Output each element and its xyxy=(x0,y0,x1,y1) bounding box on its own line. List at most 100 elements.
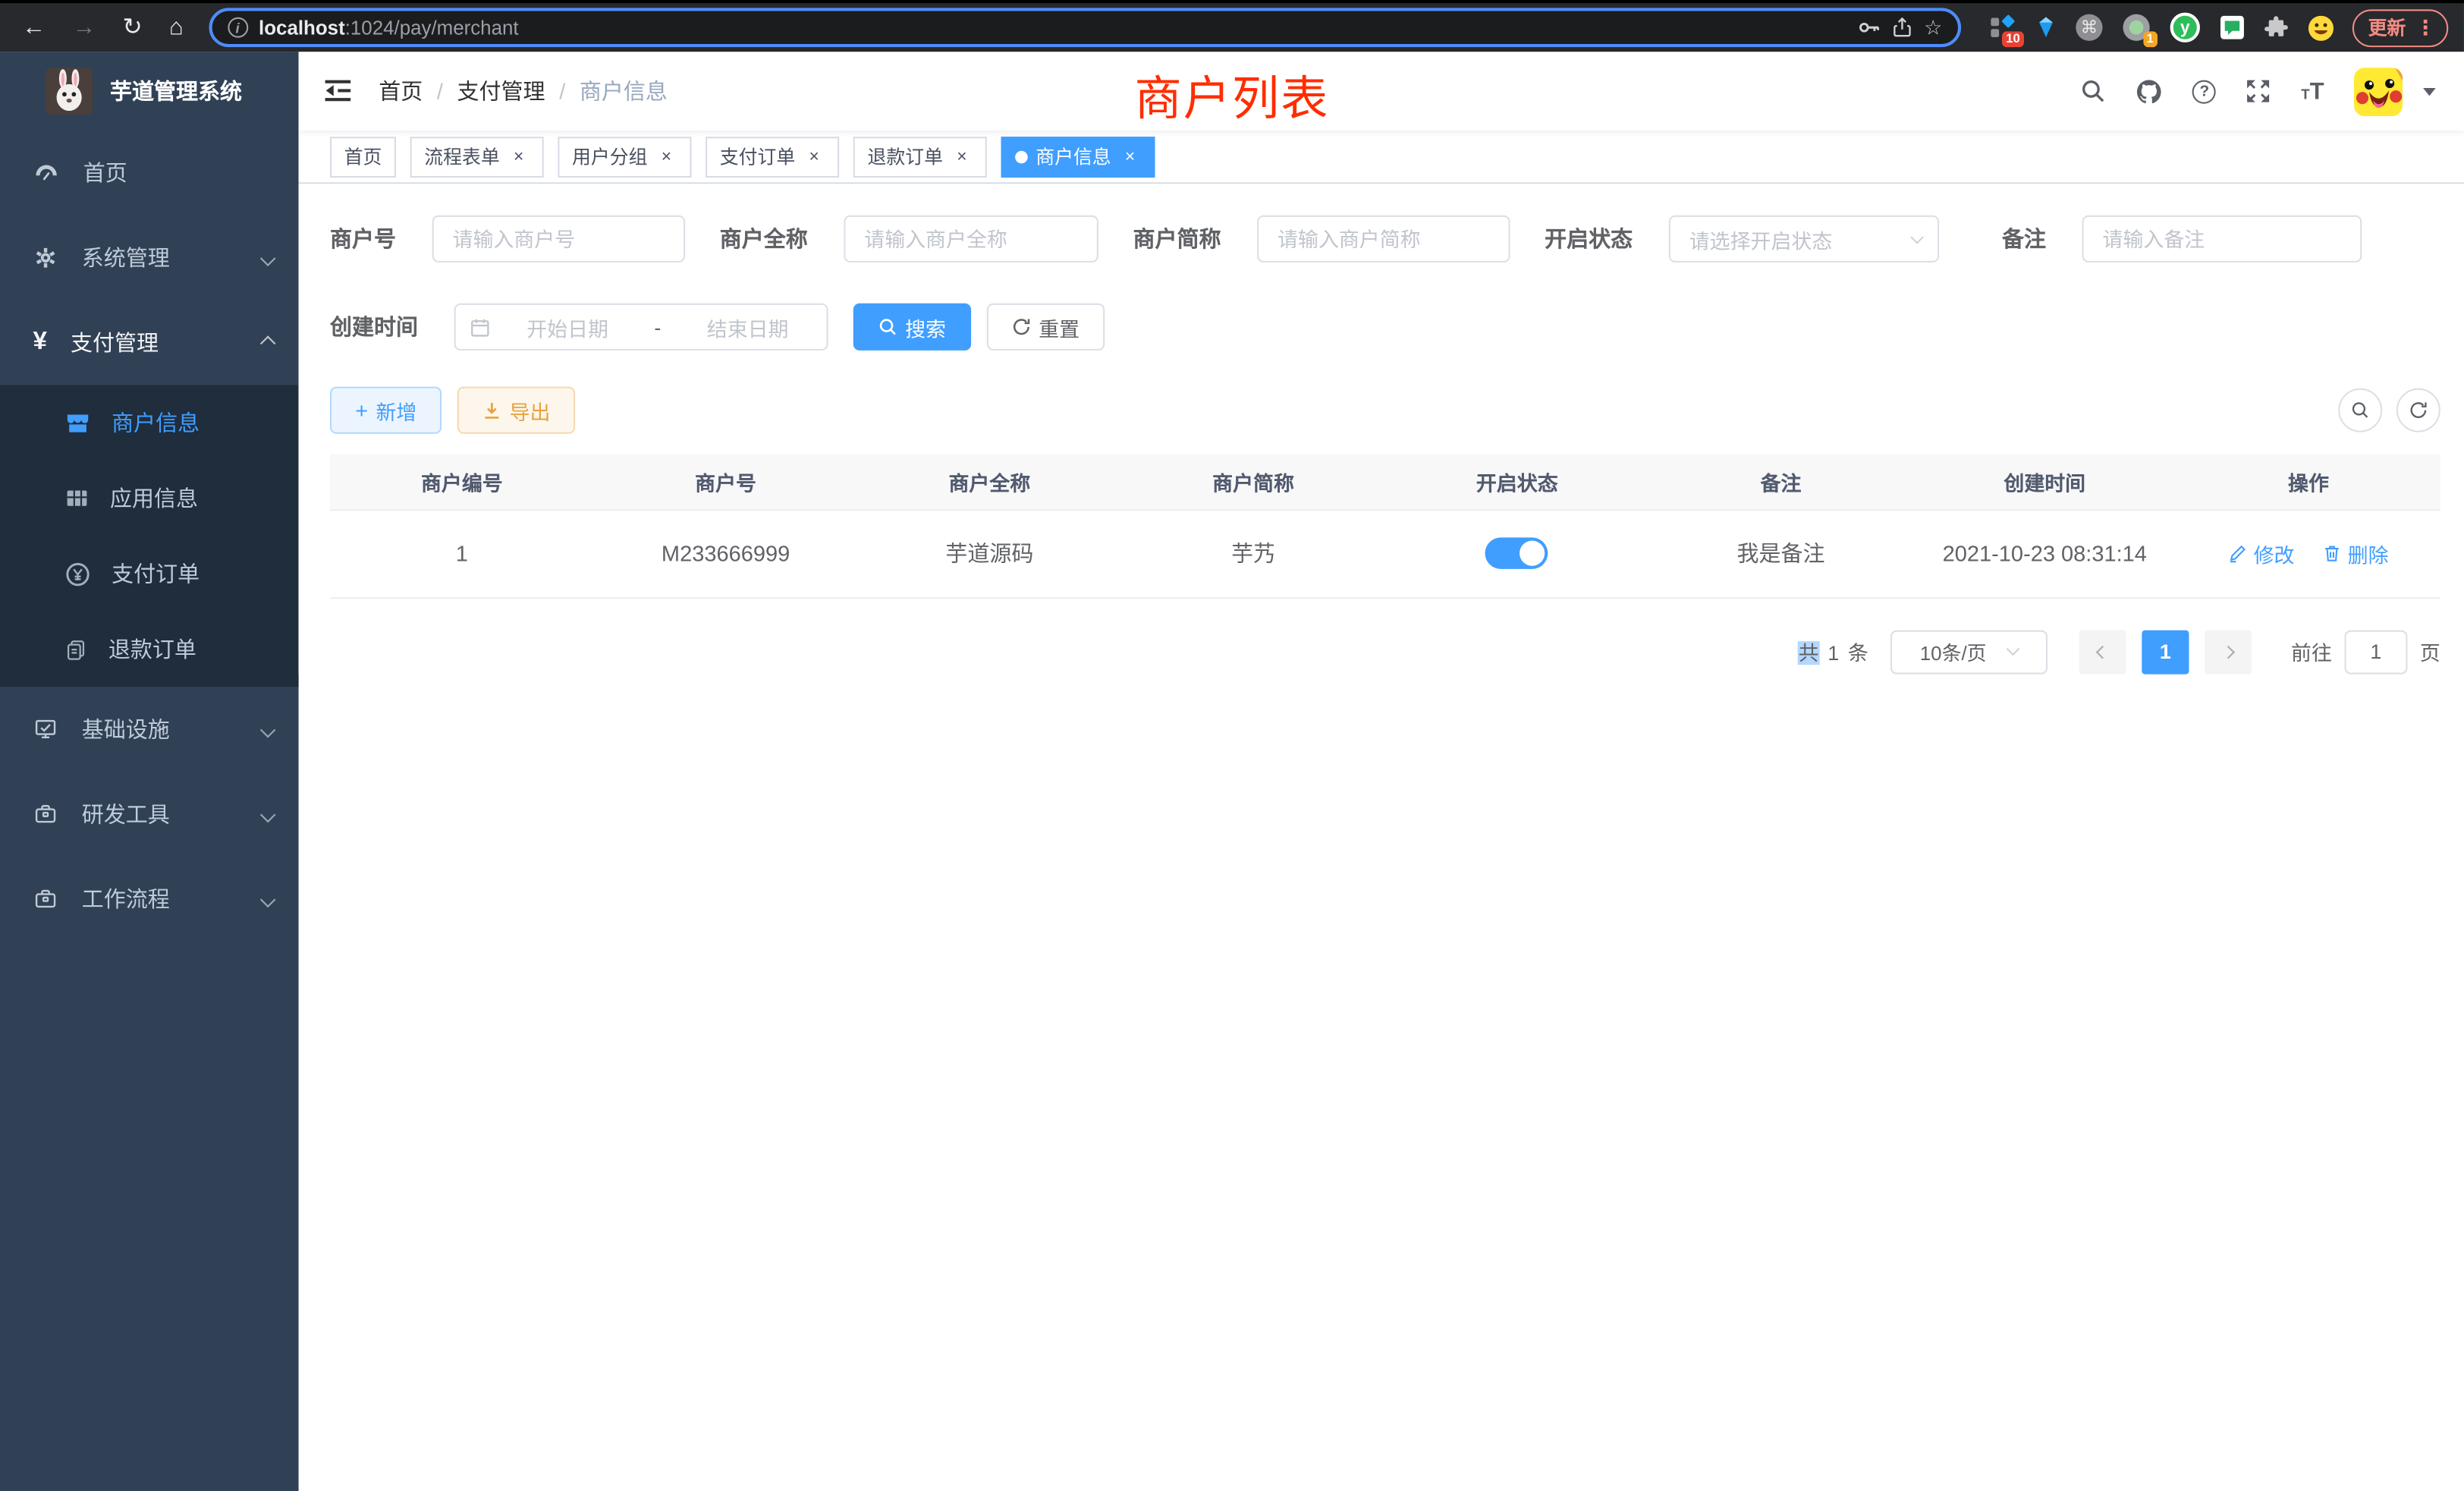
github-icon[interactable] xyxy=(2136,78,2163,105)
sidebar-item-label: 应用信息 xyxy=(110,483,273,514)
extensions-puzzle-icon[interactable] xyxy=(2264,16,2288,39)
close-icon[interactable]: × xyxy=(951,147,973,166)
export-button[interactable]: 导出 xyxy=(457,387,575,434)
page-size-select[interactable]: 10条/页 xyxy=(1890,630,2048,674)
tab-merchant-info[interactable]: 商户信息× xyxy=(1001,136,1155,177)
user-avatar[interactable] xyxy=(2354,67,2403,115)
site-info-icon[interactable]: i xyxy=(228,17,248,38)
sidebar-item-infra[interactable]: 基础设施 xyxy=(0,687,299,772)
address-bar[interactable]: i localhost:1024/pay/merchant ☆ xyxy=(209,8,1961,47)
browser-reload-icon[interactable]: ↻ xyxy=(123,16,143,39)
close-icon[interactable]: × xyxy=(803,147,825,166)
close-icon[interactable]: × xyxy=(508,147,530,166)
browser-update-button[interactable]: 更新 ⋮ xyxy=(2352,8,2448,46)
sidebar-item-app-info[interactable]: 应用信息 xyxy=(0,461,299,536)
chevron-down-icon xyxy=(1910,230,1924,244)
sidebar-item-pay-order[interactable]: 支付订单 xyxy=(0,536,299,611)
sidebar-item-workflow[interactable]: 工作流程 xyxy=(0,857,299,942)
sidebar-fold-icon[interactable] xyxy=(324,79,352,103)
breadcrumb-home[interactable]: 首页 xyxy=(379,75,423,106)
chevron-down-icon xyxy=(260,250,276,266)
extension-status-icon[interactable]: 1 xyxy=(2123,14,2149,41)
share-icon[interactable] xyxy=(1893,17,1913,38)
browser-home-icon[interactable]: ⌂ xyxy=(169,16,184,39)
cell-full-name: 芋道源码 xyxy=(857,509,1121,597)
toggle-search-icon[interactable] xyxy=(2338,388,2382,433)
edit-link[interactable]: 修改 xyxy=(2228,538,2294,568)
extension-badge-1: 1 xyxy=(2142,31,2158,47)
sidebar-item-home[interactable]: 首页 xyxy=(0,131,299,215)
extension-y-icon[interactable]: y xyxy=(2170,13,2200,42)
sidebar-item-label: 首页 xyxy=(83,157,274,188)
chevron-left-icon xyxy=(2096,645,2110,659)
sidebar-item-dev-tools[interactable]: 研发工具 xyxy=(0,772,299,857)
browser-back-icon[interactable]: ← xyxy=(22,16,46,39)
breadcrumb-separator: / xyxy=(559,79,565,104)
tab-process-form[interactable]: 流程表单× xyxy=(410,136,544,177)
status-toggle[interactable] xyxy=(1485,537,1548,568)
bookmark-star-icon[interactable]: ☆ xyxy=(1924,15,1942,40)
tab-user-group[interactable]: 用户分组× xyxy=(558,136,691,177)
sidebar-item-refund-order[interactable]: 退款订单 xyxy=(0,612,299,687)
close-icon[interactable]: × xyxy=(655,147,677,166)
sidebar-item-label: 退款订单 xyxy=(108,634,273,665)
sidebar-item-label: 研发工具 xyxy=(82,798,239,829)
profile-emoji-icon[interactable] xyxy=(2308,15,2334,40)
next-page-button[interactable] xyxy=(2205,630,2252,674)
reset-button[interactable]: 重置 xyxy=(987,304,1105,351)
sidebar-item-label: 工作流程 xyxy=(82,883,239,914)
create-time-range-picker[interactable]: 开始日期 - 结束日期 xyxy=(454,304,828,351)
cell-merchant-no: M233666999 xyxy=(594,509,858,597)
add-button[interactable]: + 新增 xyxy=(330,387,442,434)
short-name-input[interactable] xyxy=(1257,215,1510,263)
refresh-table-icon[interactable] xyxy=(2396,388,2440,433)
col-created: 创建时间 xyxy=(1912,455,2176,509)
goto-page-input[interactable] xyxy=(2344,630,2407,674)
extension-gem-icon[interactable] xyxy=(2037,16,2056,39)
app-logo-row[interactable]: 芋道管理系统 xyxy=(0,52,299,131)
remark-input[interactable] xyxy=(2082,215,2362,263)
sidebar-item-label: 系统管理 xyxy=(82,242,239,273)
app-logo-rabbit xyxy=(46,68,93,115)
search-icon[interactable] xyxy=(2081,79,2106,104)
password-key-icon[interactable] xyxy=(1858,16,1881,39)
chevron-right-icon xyxy=(2221,645,2235,659)
chevron-down-icon xyxy=(260,722,276,738)
browser-toolbar: ← → ↻ ⌂ i localhost:1024/pay/merchant ☆ … xyxy=(0,0,2464,52)
filter-label-full-name: 商户全称 xyxy=(720,223,844,254)
sidebar-item-system[interactable]: 系统管理 xyxy=(0,215,299,300)
browser-forward-icon[interactable]: → xyxy=(72,16,96,39)
search-button[interactable]: 搜索 xyxy=(853,304,971,351)
active-dot xyxy=(1015,150,1028,163)
merchant-no-input[interactable] xyxy=(432,215,685,263)
url-host: localhost xyxy=(259,17,345,39)
sidebar-item-merchant-info[interactable]: 商户信息 xyxy=(0,385,299,460)
full-name-input[interactable] xyxy=(844,215,1098,263)
prev-page-button[interactable] xyxy=(2079,630,2126,674)
tab-pay-order[interactable]: 支付订单× xyxy=(706,136,839,177)
breadcrumb-pay[interactable]: 支付管理 xyxy=(457,75,545,106)
sidebar-item-pay[interactable]: ¥ 支付管理 xyxy=(0,300,299,385)
extension-dots-diamond-icon[interactable]: 10 xyxy=(1989,14,2016,41)
delete-link[interactable]: 删除 xyxy=(2323,538,2389,568)
font-size-icon[interactable]: TT xyxy=(2301,78,2324,105)
avatar-dropdown-caret-icon[interactable] xyxy=(2423,87,2436,95)
calendar-icon xyxy=(470,316,490,337)
col-short-name: 商户简称 xyxy=(1121,455,1385,509)
close-icon[interactable]: × xyxy=(1119,147,1141,166)
top-navbar: 首页 / 支付管理 / 商户信息 商户列表 ? TT xyxy=(299,52,2464,131)
extension-badge: 10 xyxy=(2002,31,2024,47)
fullscreen-icon[interactable] xyxy=(2246,79,2271,104)
extension-command-icon[interactable]: ⌘ xyxy=(2076,14,2102,41)
extensions-row: 10 ⌘ 1 y xyxy=(1980,13,2343,42)
help-icon[interactable]: ? xyxy=(2192,80,2216,103)
extension-chat-icon[interactable] xyxy=(2220,16,2244,39)
end-date-placeholder: 结束日期 xyxy=(683,312,812,341)
browser-menu-icon[interactable]: ⋮ xyxy=(2415,15,2436,40)
col-status: 开启状态 xyxy=(1385,455,1649,509)
status-select[interactable]: 请选择开启状态 xyxy=(1669,215,1939,263)
yen-circle-icon xyxy=(64,560,91,587)
tab-home[interactable]: 首页 xyxy=(330,136,396,177)
page-1-button[interactable]: 1 xyxy=(2142,630,2189,674)
tab-refund-order[interactable]: 退款订单× xyxy=(853,136,987,177)
